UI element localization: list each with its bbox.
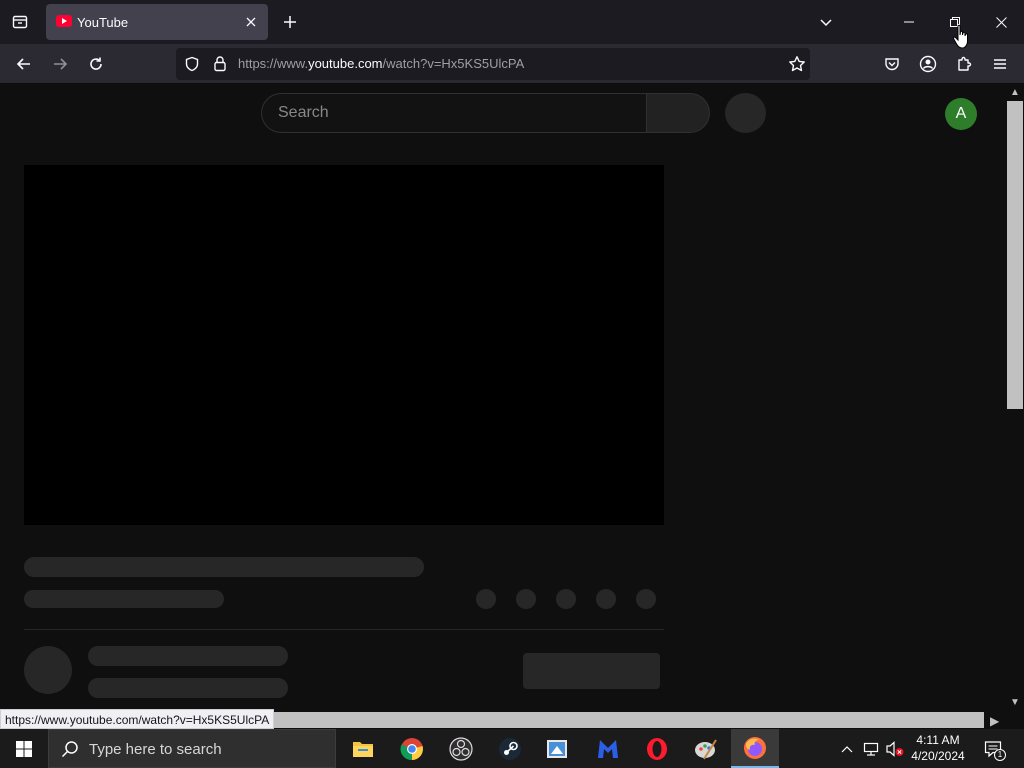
vertical-scrollbar[interactable]: ▲ ▼	[1006, 85, 1024, 711]
malwarebytes-icon[interactable]	[584, 729, 632, 768]
skeleton-action	[596, 589, 616, 609]
paint-icon[interactable]	[533, 729, 581, 768]
close-tab-icon[interactable]	[242, 13, 260, 31]
clock-date: 4/20/2024	[911, 749, 965, 763]
show-hidden-icons-icon[interactable]	[838, 729, 856, 768]
file-explorer-icon[interactable]	[339, 729, 387, 768]
scroll-down-icon[interactable]: ▼	[1010, 698, 1020, 708]
divider	[24, 629, 664, 630]
taskbar-clock[interactable]: 4:11 AM 4/20/2024	[908, 732, 968, 764]
notification-count-badge: 1	[994, 749, 1006, 761]
minimize-icon[interactable]	[886, 0, 932, 44]
skeleton-subtitle	[24, 590, 224, 608]
account-icon[interactable]	[912, 48, 944, 80]
taskbar-search-placeholder: Type here to search	[89, 741, 222, 758]
forward-arrow-icon[interactable]	[44, 48, 76, 80]
skeleton-channel-name	[88, 646, 288, 666]
address-bar[interactable]: https://www.youtube.com/watch?v=Hx5KS5Ul…	[176, 48, 810, 80]
skeleton-action	[516, 589, 536, 609]
hamburger-menu-icon[interactable]	[984, 48, 1016, 80]
browser-toolbar: https://www.youtube.com/watch?v=Hx5KS5Ul…	[0, 44, 1024, 84]
back-arrow-icon[interactable]	[8, 48, 40, 80]
new-tab-icon[interactable]	[278, 8, 302, 36]
pocket-icon[interactable]	[876, 48, 908, 80]
url-text[interactable]: https://www.youtube.com/watch?v=Hx5KS5Ul…	[238, 56, 524, 71]
skeleton-channel-avatar	[24, 646, 72, 694]
browser-tab-strip: YouTube	[0, 0, 1024, 44]
windows-taskbar: Type here to search 4:11 AM 4/20/2024 1	[0, 729, 1024, 768]
video-player[interactable]	[24, 165, 664, 525]
clock-time: 4:11 AM	[916, 733, 960, 747]
firefox-view-icon[interactable]	[0, 0, 40, 44]
skeleton-title	[24, 557, 424, 577]
tracking-protection-shield-icon[interactable]	[184, 56, 200, 77]
volume-muted-icon[interactable]	[884, 729, 906, 768]
link-status-bar: https://www.youtube.com/watch?v=Hx5KS5Ul…	[0, 709, 275, 729]
tab-title: YouTube	[77, 15, 129, 30]
skeleton-action	[556, 589, 576, 609]
youtube-page: A	[0, 85, 1006, 711]
skeleton-subscribe-button	[523, 653, 660, 689]
hand-cursor-icon	[952, 24, 968, 49]
opera-icon[interactable]	[633, 729, 681, 768]
lock-icon[interactable]	[212, 55, 228, 77]
notifications-icon[interactable]: 1	[980, 729, 1006, 768]
chrome-icon[interactable]	[388, 729, 436, 768]
bookmark-star-icon[interactable]	[788, 55, 806, 78]
windows-start-icon[interactable]	[0, 729, 48, 768]
voice-search-button[interactable]	[725, 93, 766, 133]
search-button[interactable]	[646, 93, 710, 133]
close-window-icon[interactable]	[978, 0, 1024, 44]
search-input[interactable]	[278, 94, 638, 132]
tab-youtube[interactable]: YouTube	[46, 4, 268, 40]
skeleton-channel-subs	[88, 678, 288, 698]
scroll-right-icon[interactable]: ▶	[990, 714, 999, 728]
avatar[interactable]: A	[945, 98, 977, 130]
firefox-icon[interactable]	[731, 729, 779, 768]
reload-icon[interactable]	[80, 48, 112, 80]
vertical-scroll-thumb[interactable]	[1007, 101, 1023, 409]
chevron-down-icon[interactable]	[812, 8, 840, 36]
obs-icon[interactable]	[437, 729, 485, 768]
scroll-up-icon[interactable]: ▲	[1010, 88, 1020, 98]
skeleton-action	[476, 589, 496, 609]
skeleton-action	[636, 589, 656, 609]
paint-tool-icon[interactable]	[682, 729, 730, 768]
network-icon[interactable]	[860, 729, 882, 768]
youtube-icon	[56, 15, 72, 27]
search-box[interactable]	[261, 93, 647, 133]
search-icon	[61, 740, 79, 763]
taskbar-search[interactable]: Type here to search	[48, 729, 336, 768]
steam-icon[interactable]	[486, 729, 534, 768]
extensions-icon[interactable]	[948, 48, 980, 80]
